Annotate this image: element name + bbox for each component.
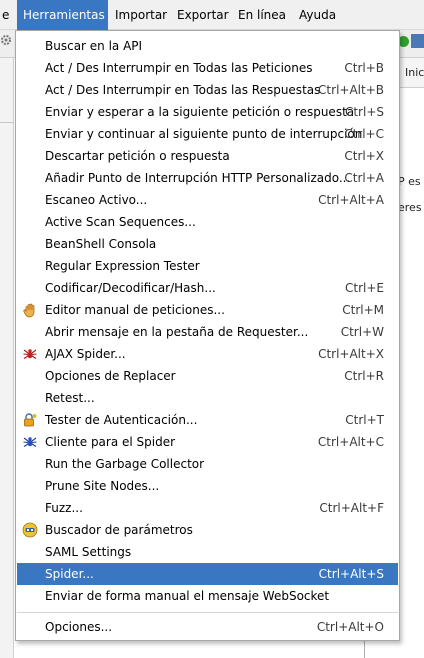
background-text-2: eres <box>398 201 422 214</box>
menu-bar: e Herramientas Importar Exportar En líne… <box>0 0 424 30</box>
menu-item-open-in-requester[interactable]: Abrir mensaje en la pestaña de Requester… <box>17 321 398 343</box>
menu-item-replacer-options[interactable]: Opciones de Replacer Ctrl+R <box>17 365 398 387</box>
menu-item-regex-tester[interactable]: Regular Expression Tester <box>17 255 398 277</box>
hand-icon <box>23 303 35 318</box>
menu-item-label: Retest... <box>45 391 95 405</box>
herramientas-dropdown: Buscar en la API Act / Des Interrumpir e… <box>15 30 400 641</box>
menu-item-shortcut: Ctrl+Alt+A <box>318 193 384 207</box>
menu-item-label: Spider... <box>45 567 94 581</box>
menu-item-shortcut: Ctrl+Alt+B <box>318 83 384 97</box>
menu-item-spider-client[interactable]: Cliente para el Spider Ctrl+Alt+C <box>17 431 398 453</box>
menu-item-spider[interactable]: Spider... Ctrl+Alt+S <box>17 563 398 585</box>
menu-item-label: Regular Expression Tester <box>45 259 200 273</box>
menu-item-toggle-break-requests[interactable]: Act / Des Interrumpir en Todas las Petic… <box>17 57 398 79</box>
menu-item-label: Act / Des Interrumpir en Todas las Respu… <box>45 83 321 97</box>
background-text-1: P es <box>398 175 421 188</box>
menu-item-label: Añadir Punto de Interrupción HTTP Person… <box>45 171 351 185</box>
right-panel <box>399 58 424 658</box>
tab-inicio[interactable]: Inic <box>405 66 424 79</box>
menu-item-active-scan-sequences[interactable]: Active Scan Sequences... <box>17 211 398 233</box>
menu-item-shortcut: Ctrl+Alt+S <box>318 567 384 581</box>
menu-item-label: BeanShell Consola <box>45 237 157 251</box>
menu-item-toggle-break-responses[interactable]: Act / Des Interrumpir en Todas las Respu… <box>17 79 398 101</box>
menu-item-ajax-spider[interactable]: AJAX Spider... Ctrl+Alt+X <box>17 343 398 365</box>
menu-exportar[interactable]: Exportar <box>171 0 235 30</box>
menu-item-label: Escaneo Activo... <box>45 193 148 207</box>
menu-item-drop[interactable]: Descartar petición o respuesta Ctrl+X <box>17 145 398 167</box>
menu-item-label: Prune Site Nodes... <box>45 479 160 493</box>
menu-item-label: Enviar de forma manual el mensaje WebSoc… <box>45 589 330 603</box>
red-spider-icon <box>23 349 37 359</box>
menu-item-continue[interactable]: Enviar y continuar al siguiente punto de… <box>17 123 398 145</box>
menu-ayuda[interactable]: Ayuda <box>293 0 342 30</box>
menu-item-label: Opciones... <box>45 620 113 634</box>
menu-item-garbage-collector[interactable]: Run the Garbage Collector <box>17 453 398 475</box>
menu-item-active-scan[interactable]: Escaneo Activo... Ctrl+Alt+A <box>17 189 398 211</box>
menu-item-label: Active Scan Sequences... <box>45 215 196 229</box>
menu-item-label: Enviar y esperar a la siguiente petición… <box>45 105 355 119</box>
menu-item-beanshell[interactable]: BeanShell Consola <box>17 233 398 255</box>
menu-item-label: Editor manual de peticiones... <box>45 303 225 317</box>
menu-item-fuzz[interactable]: Fuzz... Ctrl+Alt+F <box>17 497 398 519</box>
menu-editar-partial[interactable]: e <box>0 0 15 30</box>
menu-item-label: Codificar/Decodificar/Hash... <box>45 281 216 295</box>
menu-item-shortcut: Ctrl+Alt+X <box>318 347 384 361</box>
menu-item-shortcut: Ctrl+E <box>345 281 384 295</box>
menu-item-param-finder[interactable]: Buscador de parámetros <box>17 519 398 541</box>
param-finder-icon <box>22 522 38 538</box>
menu-item-step[interactable]: Enviar y esperar a la siguiente petición… <box>17 101 398 123</box>
gear-icon[interactable] <box>0 34 12 46</box>
menu-item-label: Enviar y continuar al siguiente punto de… <box>45 127 363 141</box>
menu-item-label: Opciones de Replacer <box>45 369 176 383</box>
menu-item-label: SAML Settings <box>45 545 132 559</box>
menu-item-manual-request-editor[interactable]: Editor manual de peticiones... Ctrl+M <box>17 299 398 321</box>
menu-item-label: Abrir mensaje en la pestaña de Requester… <box>45 325 309 339</box>
menu-item-custom-breakpoint[interactable]: Añadir Punto de Interrupción HTTP Person… <box>17 167 398 189</box>
menu-item-shortcut: Ctrl+R <box>344 369 384 383</box>
menu-importar[interactable]: Importar <box>109 0 173 30</box>
menu-item-shortcut: Ctrl+Alt+C <box>317 435 384 449</box>
menu-item-shortcut: Ctrl+S <box>344 105 384 119</box>
menu-item-label: Buscar en la API <box>45 39 143 53</box>
menu-item-label: Buscador de parámetros <box>45 523 193 537</box>
menu-item-saml-settings[interactable]: SAML Settings <box>17 541 398 563</box>
menu-item-label: AJAX Spider... <box>45 347 126 361</box>
menu-item-shortcut: Ctrl+T <box>345 413 384 427</box>
menu-item-label: Run the Garbage Collector <box>45 457 205 471</box>
left-panel-divider <box>0 122 14 123</box>
menu-item-label: Tester de Autenticación... <box>45 413 198 427</box>
menu-item-retest[interactable]: Retest... <box>17 387 398 409</box>
menu-item-shortcut: Ctrl+X <box>344 149 384 163</box>
menu-item-shortcut: Ctrl+Alt+F <box>319 501 384 515</box>
menu-item-options[interactable]: Opciones... Ctrl+Alt+O <box>17 616 398 638</box>
menu-item-label: Fuzz... <box>45 501 83 515</box>
menu-item-label: Descartar petición o respuesta <box>45 149 230 163</box>
lock-key-icon <box>24 413 37 427</box>
menu-herramientas[interactable]: Herramientas <box>17 0 108 30</box>
menu-item-encode-decode[interactable]: Codificar/Decodificar/Hash... Ctrl+E <box>17 277 398 299</box>
panel-divider <box>364 640 365 658</box>
menu-item-websocket-send[interactable]: Enviar de forma manual el mensaje WebSoc… <box>17 585 398 607</box>
menu-item-shortcut: Ctrl+A <box>344 171 384 185</box>
menu-item-prune-site-nodes[interactable]: Prune Site Nodes... <box>17 475 398 497</box>
menu-item-label: Act / Des Interrumpir en Todas las Petic… <box>45 61 313 75</box>
left-panel <box>0 58 14 658</box>
menu-separator <box>17 612 398 613</box>
menu-en-linea[interactable]: En línea <box>232 0 292 30</box>
menu-item-auth-tester[interactable]: Tester de Autenticación... Ctrl+T <box>17 409 398 431</box>
menu-item-buscar-api[interactable]: Buscar en la API <box>17 35 398 57</box>
menu-item-shortcut: Ctrl+B <box>344 61 384 75</box>
blue-spider-icon <box>23 437 37 447</box>
menu-item-shortcut: Ctrl+Alt+O <box>316 620 384 634</box>
menu-item-label: Cliente para el Spider <box>45 435 176 449</box>
menu-item-shortcut: Ctrl+W <box>340 325 384 339</box>
menu-item-shortcut: Ctrl+M <box>342 303 384 317</box>
menu-item-shortcut: Ctrl+C <box>344 127 384 141</box>
toolbar-blue-icon[interactable] <box>411 34 424 48</box>
